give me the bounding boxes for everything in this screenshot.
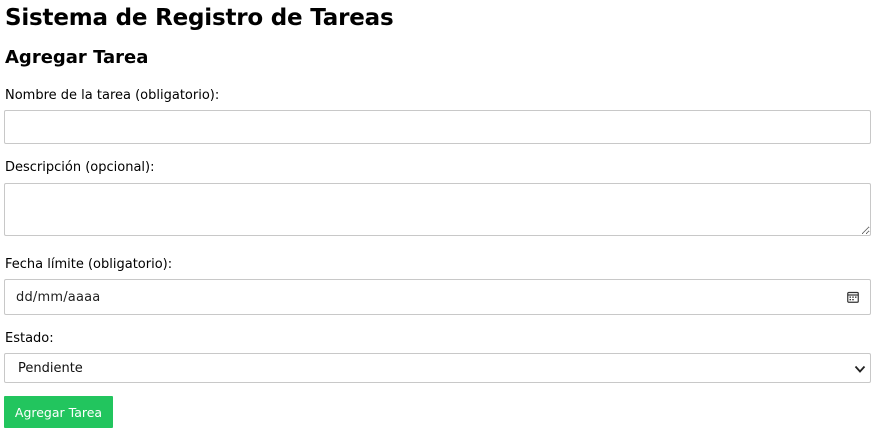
calendar-icon[interactable] — [847, 291, 859, 303]
task-name-input[interactable] — [4, 110, 871, 144]
status-select-wrapper: Pendiente — [4, 353, 871, 383]
form-title: Agregar Tarea — [5, 47, 149, 68]
description-textarea[interactable] — [4, 183, 871, 236]
due-date-label: Fecha límite (obligatorio): — [5, 257, 173, 272]
due-date-input[interactable]: dd/mm/aaaa — [4, 279, 871, 315]
app-title: Sistema de Registro de Tareas — [5, 5, 394, 31]
add-task-button[interactable]: Agregar Tarea — [4, 396, 113, 428]
status-select[interactable]: Pendiente — [4, 353, 871, 383]
due-date-placeholder: dd/mm/aaaa — [16, 289, 101, 305]
description-label: Descripción (opcional): — [5, 160, 155, 175]
status-label: Estado: — [5, 331, 54, 346]
task-name-label: Nombre de la tarea (obligatorio): — [5, 88, 220, 103]
